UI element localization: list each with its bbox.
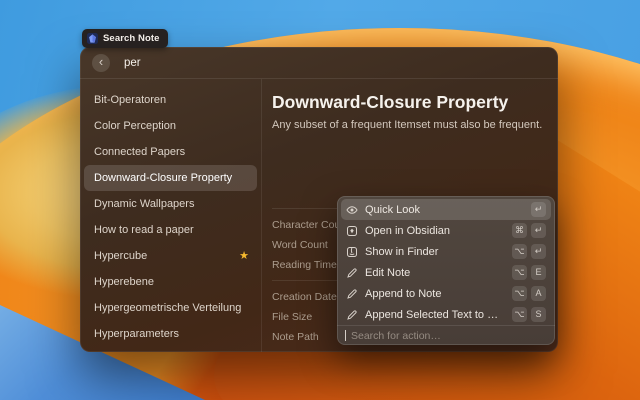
option-key: ⌥ bbox=[512, 244, 527, 259]
command-tooltip: Search Note bbox=[82, 29, 168, 48]
list-item-label: Hypercube bbox=[94, 250, 147, 262]
shortcut-keys: ⌥ A bbox=[512, 286, 546, 301]
menu-item-edit-note[interactable]: Edit Note ⌥ E bbox=[341, 262, 551, 283]
return-key: ↵ bbox=[531, 223, 546, 238]
list-item-label: Downward-Closure Property bbox=[94, 172, 232, 184]
window-header: ‹ bbox=[80, 47, 558, 79]
return-key: ↵ bbox=[531, 202, 546, 217]
note-title: Downward-Closure Property bbox=[272, 92, 548, 113]
list-item-label: Color Perception bbox=[94, 120, 176, 132]
action-search[interactable] bbox=[337, 325, 555, 345]
pencil-icon bbox=[346, 288, 358, 300]
list-item[interactable]: Hypergeometrische Verteilung bbox=[84, 295, 257, 321]
text-caret bbox=[345, 330, 346, 341]
list-item[interactable]: Bit-Operatoren bbox=[84, 87, 257, 113]
note-list: Bit-Operatoren Color Perception Connecte… bbox=[80, 79, 262, 352]
letter-key: S bbox=[531, 307, 546, 322]
menu-item-label: Quick Look bbox=[365, 204, 524, 216]
obsidian-icon bbox=[346, 225, 358, 237]
note-summary: Any subset of a frequent Itemset must al… bbox=[272, 118, 548, 132]
letter-key: A bbox=[531, 286, 546, 301]
command-key: ⌘ bbox=[512, 223, 527, 238]
menu-item-label: Show in Finder bbox=[365, 246, 505, 258]
search-input[interactable] bbox=[122, 56, 346, 70]
menu-item-open-in-obsidian[interactable]: Open in Obsidian ⌘ ↵ bbox=[341, 220, 551, 241]
list-item-label: How to read a paper bbox=[94, 224, 194, 236]
eye-icon bbox=[346, 204, 358, 216]
obsidian-app-icon bbox=[87, 33, 98, 44]
menu-item-label: Append to Note bbox=[365, 288, 505, 300]
list-item[interactable]: Hypercube ★ bbox=[84, 243, 257, 269]
list-item-label: Dynamic Wallpapers bbox=[94, 198, 194, 210]
list-item[interactable]: How to read a paper bbox=[84, 217, 257, 243]
list-item-label: Hyperparameters bbox=[94, 328, 179, 340]
menu-item-show-in-finder[interactable]: Show in Finder ⌥ ↵ bbox=[341, 241, 551, 262]
list-item-label: Hypergeometrische Verteilung bbox=[94, 302, 241, 314]
list-item-label: Hyperebene bbox=[94, 276, 154, 288]
menu-item-append-to-note[interactable]: Append to Note ⌥ A bbox=[341, 283, 551, 304]
list-item-label: Bit-Operatoren bbox=[94, 94, 166, 106]
chevron-left-icon: ‹ bbox=[99, 55, 103, 68]
list-item-selected[interactable]: Downward-Closure Property bbox=[84, 165, 257, 191]
list-item-label: Connected Papers bbox=[94, 146, 185, 158]
option-key: ⌥ bbox=[512, 265, 527, 280]
shortcut-keys: ⌘ ↵ bbox=[512, 223, 546, 238]
pencil-icon bbox=[346, 309, 358, 321]
pencil-icon bbox=[346, 267, 358, 279]
menu-item-quick-look[interactable]: Quick Look ↵ bbox=[341, 199, 551, 220]
desktop: Search Note ‹ Bit-Operatoren Color Perce… bbox=[0, 0, 640, 400]
shortcut-keys: ↵ bbox=[531, 202, 546, 217]
list-item[interactable]: Hyperebene bbox=[84, 269, 257, 295]
action-panel: Quick Look ↵ Open in Obsidian ⌘ ↵ bbox=[337, 196, 555, 345]
list-item[interactable]: Connected Papers bbox=[84, 139, 257, 165]
list-item[interactable]: Color Perception bbox=[84, 113, 257, 139]
command-tooltip-label: Search Note bbox=[103, 33, 160, 44]
shortcut-keys: ⌥ ↵ bbox=[512, 244, 546, 259]
star-icon: ★ bbox=[239, 251, 249, 262]
shortcut-keys: ⌥ S bbox=[512, 307, 546, 322]
action-search-input[interactable] bbox=[349, 329, 547, 343]
shortcut-keys: ⌥ E bbox=[512, 265, 546, 280]
letter-key: E bbox=[531, 265, 546, 280]
return-key: ↵ bbox=[531, 244, 546, 259]
menu-item-label: Edit Note bbox=[365, 267, 505, 279]
menu-item-append-selected-text[interactable]: Append Selected Text to Note ⌥ S bbox=[341, 304, 551, 325]
menu-item-label: Append Selected Text to Note bbox=[365, 309, 505, 321]
list-item[interactable]: Hyperparameters bbox=[84, 321, 257, 347]
menu-item-label: Open in Obsidian bbox=[365, 225, 505, 237]
option-key: ⌥ bbox=[512, 286, 527, 301]
back-button[interactable]: ‹ bbox=[92, 54, 110, 72]
finder-icon bbox=[346, 246, 358, 258]
list-item[interactable]: Dynamic Wallpapers bbox=[84, 191, 257, 217]
option-key: ⌥ bbox=[512, 307, 527, 322]
